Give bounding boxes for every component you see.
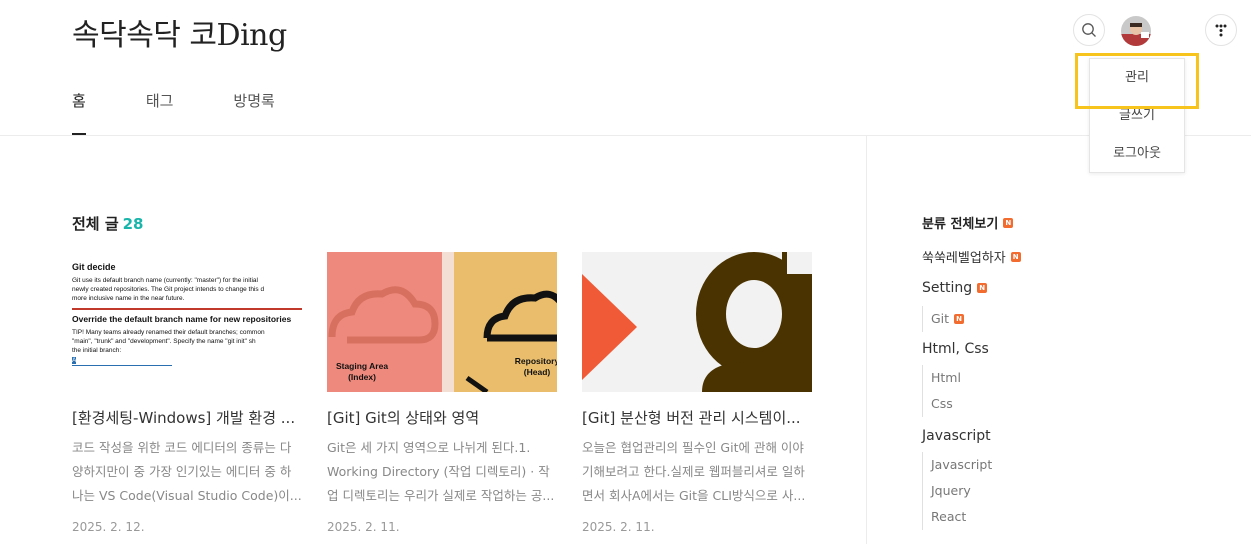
- post-card[interactable]: Git decide Git use its default branch na…: [72, 252, 302, 534]
- posts-heading: 전체 글 28: [72, 213, 144, 234]
- sidebar-subcategory[interactable]: Javascript: [931, 452, 992, 478]
- sidebar-category[interactable]: Setting N: [922, 280, 988, 296]
- thumb1-heading1: Git decide: [72, 262, 116, 272]
- nav-guestbook[interactable]: 방명록: [233, 90, 274, 136]
- post-card[interactable]: [Git] 분산형 버전 관리 시스템이... 오늘은 협업관리의 필수인 Gi…: [582, 252, 812, 534]
- sidebar-category-label: Javascript: [922, 428, 991, 444]
- sidebar-category[interactable]: Javascript: [922, 428, 991, 444]
- sidebar-subcategory[interactable]: React: [931, 504, 992, 530]
- thumb2-left-label: Staging Area (Index): [330, 361, 394, 383]
- thumb1-input: A: [72, 356, 172, 366]
- sidebar-divider: [866, 136, 867, 544]
- sidebar-subcategories: Git N: [922, 306, 965, 332]
- sidebar-all-categories[interactable]: 분류 전체보기 N: [922, 213, 1014, 232]
- nav-tag[interactable]: 태그: [146, 90, 174, 136]
- sidebar-subcategory[interactable]: Jquery: [931, 478, 992, 504]
- post-excerpt[interactable]: 오늘은 협업관리의 필수인 Git에 관해 이야기해보려고 한다.실제로 웹퍼블…: [582, 436, 812, 508]
- avatar[interactable]: [1121, 16, 1151, 46]
- new-badge: N: [1003, 217, 1014, 228]
- sidebar-category-label: Setting: [922, 280, 973, 296]
- thumb1-text2: newly created repositories. The Git proj…: [72, 286, 265, 293]
- thumb1-text4: TIP! Many teams already renamed their de…: [72, 329, 265, 336]
- post-thumbnail[interactable]: Git decide Git use its default branch na…: [72, 252, 302, 392]
- thumb1-text1: Git use its default branch name (current…: [72, 277, 258, 284]
- thumb1-heading2: Override the default branch name for new…: [72, 314, 292, 324]
- post-date: 2025. 2. 12.: [72, 520, 145, 534]
- nav-home[interactable]: 홈: [72, 90, 86, 136]
- kebab-dots-icon: [1215, 24, 1227, 37]
- menu-button[interactable]: [1205, 14, 1237, 46]
- blog-title[interactable]: 속닥속닥 코Ding: [72, 10, 287, 54]
- post-thumbnail[interactable]: [582, 252, 812, 392]
- sidebar-subcategory[interactable]: Git N: [931, 306, 965, 332]
- post-excerpt[interactable]: Git은 세 가지 영역으로 나뉘게 된다.1. Working Directo…: [327, 436, 557, 508]
- post-title[interactable]: [환경세팅-Windows] 개발 환경 ...: [72, 407, 302, 428]
- post-excerpt[interactable]: 코드 작성을 위한 코드 에디터의 종류는 다양하지만이 중 가장 인기있는 에…: [72, 436, 302, 508]
- sidebar-subcategory-label: Git: [931, 311, 950, 326]
- sidebar-subcategories: Html Css: [922, 365, 961, 417]
- thumb1-text6: the initial branch:: [72, 347, 122, 354]
- menu-item-logout[interactable]: 로그아웃: [1090, 135, 1184, 173]
- thumb2-right-label: Repository (Head): [507, 356, 557, 378]
- new-badge: N: [1010, 251, 1021, 262]
- post-title[interactable]: [Git] 분산형 버전 관리 시스템이...: [582, 407, 812, 428]
- posts-count: 28: [122, 215, 144, 233]
- new-badge: N: [977, 283, 988, 293]
- sidebar-subcategories: Javascript Jquery React: [922, 452, 992, 530]
- sidebar-category-label: 쑥쑥레벨업하자: [922, 251, 1006, 266]
- search-button[interactable]: [1073, 14, 1105, 46]
- git-logo-icon: [582, 252, 812, 392]
- sidebar-subcategory[interactable]: Css: [931, 391, 961, 417]
- header-divider: [0, 135, 1251, 136]
- posts-heading-label: 전체 글: [72, 215, 119, 233]
- thumb2-right-label-1: Repository: [514, 356, 557, 366]
- thumb2-right-label-2: (Head): [523, 367, 551, 377]
- main-nav: 홈 태그 방명록: [72, 90, 335, 136]
- sidebar-category[interactable]: Html, Css: [922, 341, 989, 357]
- sidebar-category-label: Html, Css: [922, 341, 989, 357]
- post-thumbnail[interactable]: Staging Area (Index) Repository (Head): [327, 252, 557, 392]
- new-badge: N: [954, 314, 965, 324]
- thumb1-text3: more inclusive name in the near future.: [72, 295, 185, 302]
- post-card[interactable]: Staging Area (Index) Repository (Head) […: [327, 252, 557, 534]
- post-date: 2025. 2. 11.: [327, 520, 400, 534]
- thumb1-input-text: A: [72, 357, 77, 364]
- sidebar-subcategory[interactable]: Html: [931, 365, 961, 391]
- search-icon: [1082, 23, 1096, 37]
- post-date: 2025. 2. 11.: [582, 520, 655, 534]
- sidebar-all-label: 분류 전체보기: [922, 217, 999, 232]
- manage-highlight-box: [1075, 53, 1199, 109]
- thumb2-left-label-1: Staging Area: [335, 361, 389, 371]
- sidebar-category[interactable]: 쑥쑥레벨업하자 N: [922, 247, 1021, 266]
- thumb2-left-label-2: (Index): [348, 372, 376, 382]
- post-title[interactable]: [Git] Git의 상태와 영역: [327, 407, 557, 428]
- thumb1-rule: [72, 308, 302, 310]
- thumb1-text5: "main", "trunk" and "development". Speci…: [72, 338, 256, 345]
